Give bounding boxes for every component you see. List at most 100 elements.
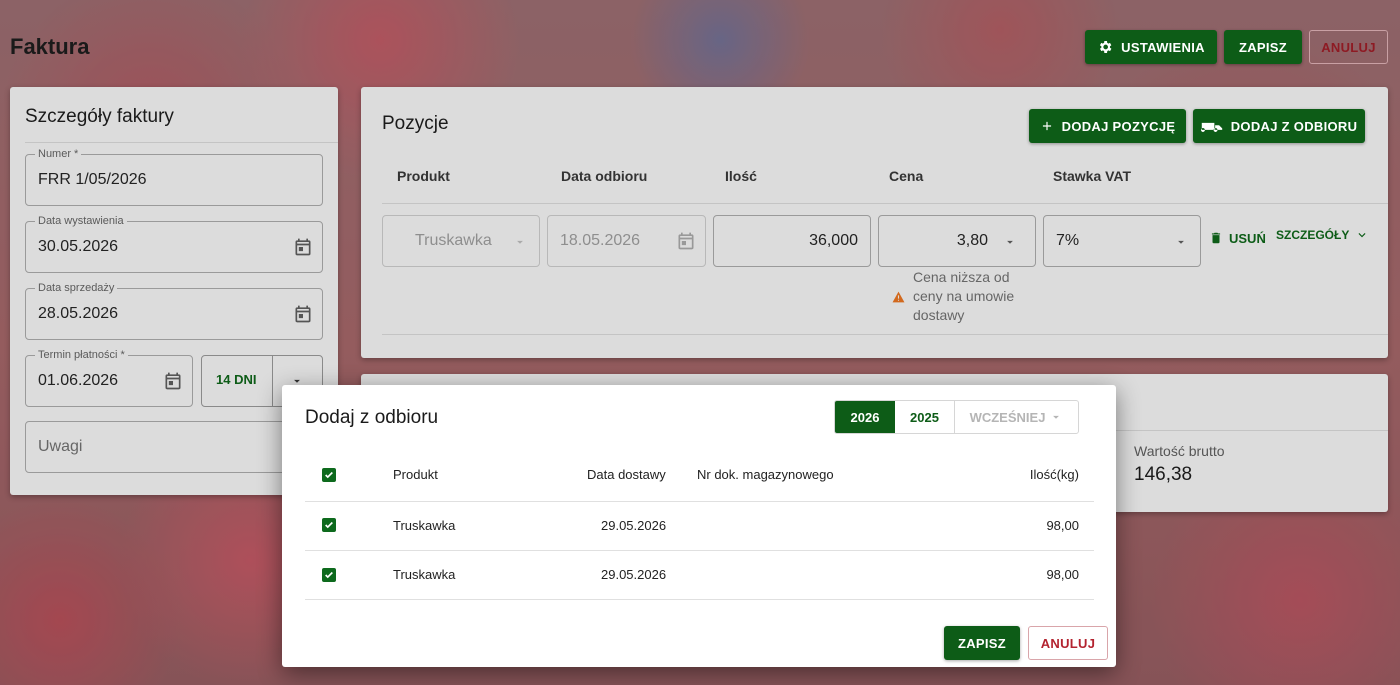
sale-date-value: 28.05.2026 [38,305,119,322]
details-title: Szczegóły faktury [25,106,174,127]
quantity-field[interactable]: 36,000 [713,215,871,267]
plus-icon [1042,121,1051,131]
col-quantity: Ilość(kg) [1029,467,1079,482]
col-quantity: Ilość [725,168,757,184]
check-icon [325,471,333,479]
dialog-cancel-label: ANULUJ [1040,635,1096,651]
add-from-pickup-dialog: Dodaj z odbioru 2026 2025 WCZEŚNIEJ Prod… [282,385,1116,667]
invoice-number-field[interactable]: Numer * FRR 1/05/2026 [25,148,323,206]
calendar-icon[interactable] [163,371,183,391]
caret-down-icon [517,240,523,244]
price-value: 3,80 [956,232,988,249]
price-field[interactable]: 3,80 [878,215,1036,267]
quantity-value: 36,000 [809,232,858,249]
row-delivery-date: 29.05.2026 [601,567,667,582]
divider [382,334,1388,335]
price-warning-text: Cena niższa od ceny na umowie dostawy [913,269,1015,323]
row-product: Truskawka [393,567,456,582]
tab-earlier-label: WCZEŚNIEJ [969,409,1046,425]
divider [1116,430,1388,431]
gear-icon [1100,41,1112,53]
divider [25,142,338,143]
notes-field[interactable]: Uwagi [25,421,323,473]
details-toggle-label: SZCZEGÓŁY [1276,228,1350,242]
add-position-label: DODAJ POZYCJĘ [1061,118,1176,134]
positions-title: Pozycje [382,113,449,134]
settings-label: USTAWIENIA [1121,39,1205,55]
save-label: ZAPISZ [1238,39,1288,55]
cancel-label: ANULUJ [1321,39,1376,55]
check-icon [325,571,333,579]
caret-down-icon [1053,415,1060,419]
col-vat: Stawka VAT [1053,168,1132,184]
col-pickup-date: Data odbioru [561,168,648,184]
delete-button[interactable]: USUŃ [1209,230,1266,246]
select-all-checkbox[interactable] [322,468,336,482]
add-from-pickup-button[interactable]: DODAJ Z ODBIORU [1193,109,1365,143]
notes-label: Uwagi [38,438,83,455]
pickup-date-field[interactable]: 18.05.2026 [547,215,706,267]
add-position-button[interactable]: DODAJ POZYCJĘ [1029,109,1186,143]
dialog-save-button[interactable]: ZAPISZ [944,626,1020,660]
row-checkbox[interactable] [322,518,336,532]
cancel-button[interactable]: ANULUJ [1309,30,1388,64]
divider [272,356,273,406]
page-title: Faktura [10,34,90,59]
col-product: Produkt [397,168,450,184]
row-product: Truskawka [393,518,456,533]
gross-value-label: Wartość brutto [1134,443,1225,459]
col-delivery-date: Data dostawy [587,467,666,482]
dialog-title: Dodaj z odbioru [305,407,439,428]
product-value: Truskawka [415,232,492,249]
invoice-number-value: FRR 1/05/2026 [38,171,147,188]
caret-down-icon [1178,240,1184,244]
year-tab-group: 2026 2025 WCZEŚNIEJ [834,400,1079,434]
due-days-value: 14 DNI [216,372,257,387]
divider [305,501,1094,502]
due-date-label: Termin płatności * [35,349,128,361]
sale-date-field[interactable]: Data sprzedaży 28.05.2026 [25,282,323,340]
col-doc-number: Nr dok. magazynowego [697,467,834,482]
calendar-icon[interactable] [293,304,313,324]
save-button[interactable]: ZAPISZ [1224,30,1302,64]
col-price: Cena [889,168,924,184]
chevron-down-icon [1358,233,1366,238]
dialog-save-label: ZAPISZ [957,635,1007,651]
row-delivery-date: 29.05.2026 [601,518,667,533]
calendar-icon [678,232,694,250]
positions-card: Pozycje DODAJ POZYCJĘ DODAJ Z ODBIORU Pr… [361,87,1388,358]
due-date-field[interactable]: Termin płatności * 01.06.2026 [25,349,193,407]
divider [382,203,1388,204]
due-date-value: 01.06.2026 [38,372,119,389]
calendar-icon[interactable] [293,237,313,257]
invoice-number-label: Numer * [35,148,82,160]
gross-value: 146,38 [1134,464,1193,485]
check-icon [325,521,333,529]
trash-icon [1211,232,1221,244]
dialog-cancel-button[interactable]: ANULUJ [1028,626,1108,660]
product-select[interactable]: Truskawka [382,215,540,267]
settings-button[interactable]: USTAWIENIA [1085,30,1217,64]
sale-date-label: Data sprzedaży [35,282,118,294]
details-toggle[interactable]: SZCZEGÓŁY [1276,228,1369,242]
add-from-pickup-label: DODAJ Z ODBIORU [1230,118,1358,134]
row-checkbox[interactable] [322,568,336,582]
tab-earlier[interactable]: WCZEŚNIEJ [955,401,1078,433]
row-quantity: 98,00 [1046,518,1079,533]
caret-down-icon[interactable] [1003,235,1017,249]
delete-label: USUŃ [1229,230,1266,246]
divider [305,550,1094,551]
row-quantity: 98,00 [1046,567,1079,582]
tab-2026[interactable]: 2026 [835,401,895,433]
divider [305,599,1094,600]
vat-value: 7% [1056,232,1080,249]
warning-icon [892,291,905,303]
vat-select[interactable]: 7% [1043,215,1201,267]
truck-icon [1200,122,1222,132]
col-product: Produkt [393,467,438,482]
issue-date-value: 30.05.2026 [38,238,119,255]
issue-date-field[interactable]: Data wystawienia 30.05.2026 [25,215,323,273]
tab-2025[interactable]: 2025 [895,401,955,433]
issue-date-label: Data wystawienia [35,215,127,227]
pickup-date-value: 18.05.2026 [560,232,641,249]
